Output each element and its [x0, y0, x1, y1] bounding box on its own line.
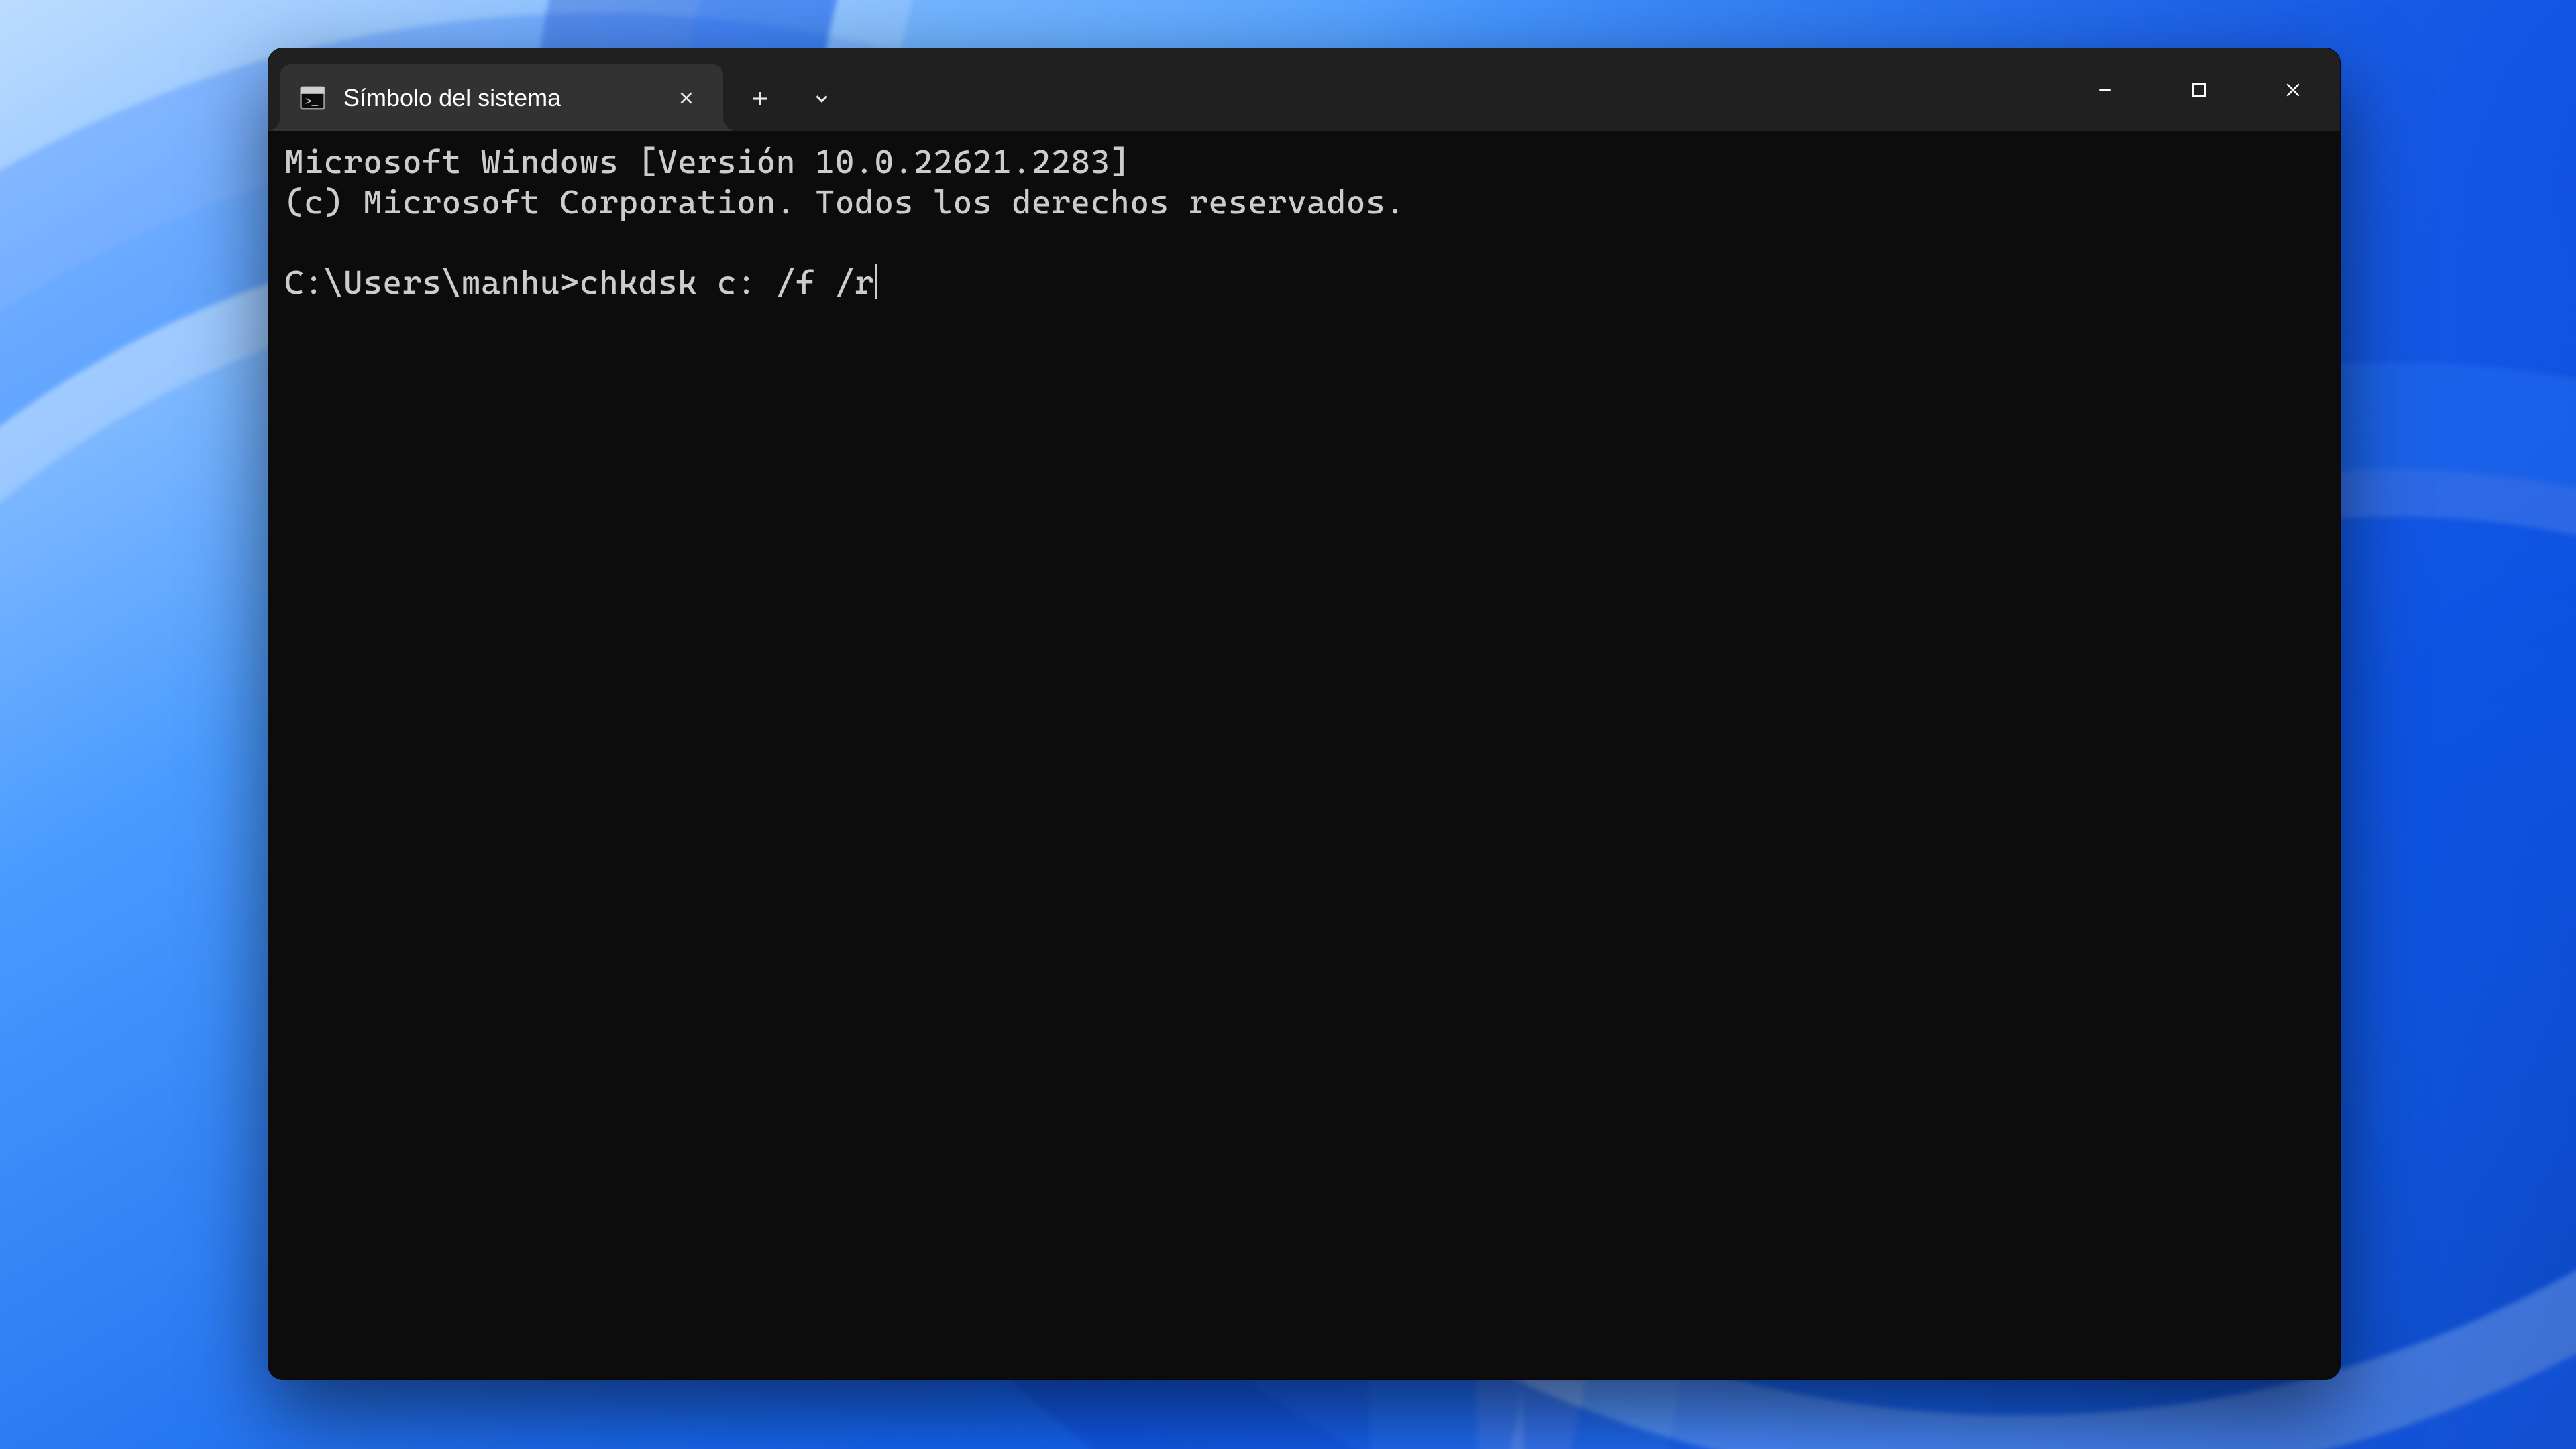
window-controls — [2058, 48, 2340, 131]
terminal-prompt-line: C:\Users\manhu>chkdsk c: /f /r — [284, 263, 2324, 303]
desktop-wallpaper: >_ Símbolo del sistema — [0, 0, 2576, 1449]
tab-actions — [731, 48, 851, 131]
tab-strip: >_ Símbolo del sistema — [268, 48, 723, 131]
svg-text:>_: >_ — [305, 95, 319, 108]
new-tab-button[interactable] — [731, 73, 789, 124]
tab-close-button[interactable] — [671, 83, 702, 113]
tab-title: Símbolo del sistema — [343, 84, 627, 112]
close-button[interactable] — [2246, 48, 2340, 131]
cmd-icon: >_ — [299, 85, 326, 111]
tab-active[interactable]: >_ Símbolo del sistema — [280, 64, 723, 131]
terminal-window: >_ Símbolo del sistema — [268, 48, 2340, 1379]
terminal-prompt: C:\Users\manhu> — [284, 264, 580, 302]
terminal-blank-line — [284, 223, 2324, 263]
terminal-cursor — [875, 264, 877, 299]
maximize-button[interactable] — [2152, 48, 2246, 131]
terminal-line: (c) Microsoft Corporation. Todos los der… — [284, 182, 2324, 223]
titlebar[interactable]: >_ Símbolo del sistema — [268, 48, 2340, 131]
terminal-command: chkdsk c: /f /r — [580, 264, 875, 302]
terminal-body[interactable]: Microsoft Windows [Versión 10.0.22621.22… — [268, 131, 2340, 1379]
minimize-button[interactable] — [2058, 48, 2152, 131]
terminal-line: Microsoft Windows [Versión 10.0.22621.22… — [284, 142, 2324, 182]
tab-dropdown-button[interactable] — [793, 73, 851, 124]
